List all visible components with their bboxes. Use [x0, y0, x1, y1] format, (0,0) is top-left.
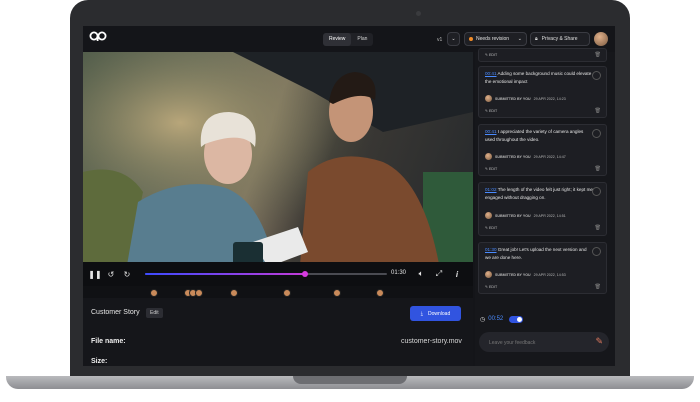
- draw-pen-icon[interactable]: ✎: [595, 336, 603, 347]
- comment-text: 00:41 Adding some background music could…: [485, 71, 592, 84]
- rewind-icon[interactable]: ↺: [105, 268, 117, 280]
- trash-icon[interactable]: 🗑︎: [595, 284, 601, 290]
- feedback-composer: ✎: [479, 332, 609, 352]
- scrubber-handle[interactable]: [301, 271, 308, 277]
- comment-meta: SUBMITTED BY YOU 29 APR 2022, 14:23: [485, 95, 566, 102]
- comment-marker[interactable]: [333, 289, 341, 297]
- comment-card: 00:41 I appreciated the variety of camer…: [478, 124, 607, 176]
- file-details-panel: Customer Story Edit ⤓ Download File name…: [83, 298, 473, 366]
- feedback-input[interactable]: [487, 335, 591, 351]
- video-frame[interactable]: [83, 52, 473, 288]
- timestamp-toggle-row: ◷ 00:52: [480, 313, 524, 325]
- comment-card: 01:02 The length of the video felt just …: [478, 182, 607, 236]
- comment-marker[interactable]: [230, 289, 238, 297]
- scrubber-progress: [145, 273, 305, 275]
- volume-icon[interactable]: 🔈︎: [415, 268, 427, 280]
- trash-icon[interactable]: 🗑︎: [595, 166, 601, 172]
- app-screen: Review Plan v1 ⌄ Needs revision ⌄ 🔒︎ Pri…: [83, 26, 615, 366]
- user-avatar[interactable]: [594, 32, 608, 46]
- composer-time: 00:52: [488, 316, 504, 322]
- comment-card: 01:30 Great job! Let's upload the next v…: [478, 242, 607, 294]
- fullscreen-icon[interactable]: ⤢: [433, 268, 445, 280]
- timestamp-toggle[interactable]: [509, 315, 524, 323]
- avatar: [485, 212, 492, 219]
- version-label: v1: [437, 37, 443, 43]
- edit-comment-button[interactable]: ✎ EDIT: [485, 226, 497, 230]
- resolve-checkbox[interactable]: [592, 71, 601, 80]
- status-dot-icon: [469, 37, 473, 41]
- edit-title-button[interactable]: Edit: [146, 308, 163, 318]
- download-icon: ⤓: [420, 310, 423, 317]
- comment-text: 01:30 Great job! Let's upload the next v…: [485, 247, 587, 260]
- edit-comment-button[interactable]: ✎ EDIT: [485, 167, 497, 171]
- trash-icon[interactable]: 🗑︎: [595, 52, 601, 58]
- resolve-checkbox[interactable]: [592, 187, 601, 196]
- version-dropdown-button[interactable]: ⌄: [447, 32, 460, 46]
- comment-timestamp-link[interactable]: 00:41: [485, 129, 497, 134]
- comment-marker[interactable]: [376, 289, 384, 297]
- comment-meta: SUBMITTED BY YOU 29 APR 2022, 14:47: [485, 153, 566, 160]
- edit-comment-button[interactable]: ✎ EDIT: [485, 53, 497, 57]
- download-button[interactable]: ⤓ Download: [410, 306, 461, 321]
- status-label: Needs revision: [476, 36, 510, 42]
- scrubber-track[interactable]: [145, 271, 387, 277]
- privacy-share-button[interactable]: 🔒︎ Privacy & Share: [530, 32, 590, 46]
- project-title: Customer Story: [91, 309, 140, 316]
- camera-dot: [416, 11, 421, 16]
- view-switcher: Review Plan: [323, 33, 374, 46]
- comment-text: 01:02 The length of the video felt just …: [485, 187, 593, 200]
- comment-timestamp-link[interactable]: 01:30: [485, 247, 497, 252]
- comment-marker-row: [83, 286, 473, 298]
- clock-icon: ◷: [480, 316, 486, 323]
- comment-card: 00:41 Adding some background music could…: [478, 66, 607, 118]
- chevron-down-icon: ⌄: [517, 36, 522, 42]
- comment-timestamp-link[interactable]: 01:02: [485, 187, 497, 192]
- file-name-value: customer-story.mov: [401, 338, 462, 345]
- brand-logo-icon: [89, 31, 107, 41]
- edit-comment-button[interactable]: ✎ EDIT: [485, 285, 497, 289]
- avatar: [485, 153, 492, 160]
- pause-icon[interactable]: ❚❚: [88, 268, 101, 280]
- current-time: 01:30: [391, 270, 407, 276]
- comment-meta: SUBMITTED BY YOU 29 APR 2022, 14:51: [485, 212, 566, 219]
- comment-timestamp-link[interactable]: 00:41: [485, 71, 497, 76]
- comment-card: ✎ EDIT 🗑︎: [478, 48, 607, 62]
- comment-marker[interactable]: [195, 289, 203, 297]
- avatar: [485, 271, 492, 278]
- trash-icon[interactable]: 🗑︎: [595, 108, 601, 114]
- file-name-label: File name:: [91, 338, 126, 345]
- player-controls: ❚❚ ↺ ↻ 01:30 🔈︎ ⤢ i: [83, 262, 473, 286]
- video-still-image: [83, 52, 473, 288]
- status-dropdown[interactable]: Needs revision ⌄: [464, 32, 527, 46]
- size-label: Size:: [91, 358, 108, 365]
- comment-meta: SUBMITTED BY YOU 29 APR 2022, 14:53: [485, 271, 566, 278]
- resolve-checkbox[interactable]: [592, 247, 601, 256]
- tab-review[interactable]: Review: [323, 33, 352, 46]
- privacy-share-label: Privacy & Share: [541, 36, 578, 42]
- comment-text: 00:41 I appreciated the variety of camer…: [485, 129, 584, 142]
- trash-icon[interactable]: 🗑︎: [595, 225, 601, 231]
- laptop-notch: [293, 376, 407, 384]
- lock-icon: 🔒︎: [535, 36, 538, 42]
- info-icon[interactable]: i: [451, 268, 463, 280]
- tab-plan[interactable]: Plan: [351, 33, 373, 46]
- forward-icon[interactable]: ↻: [121, 268, 133, 280]
- edit-comment-button[interactable]: ✎ EDIT: [485, 109, 497, 113]
- avatar: [485, 95, 492, 102]
- download-label: Download: [427, 310, 451, 317]
- resolve-checkbox[interactable]: [592, 129, 601, 138]
- comment-marker[interactable]: [150, 289, 158, 297]
- chevron-down-icon: ⌄: [451, 36, 456, 42]
- comment-marker[interactable]: [283, 289, 291, 297]
